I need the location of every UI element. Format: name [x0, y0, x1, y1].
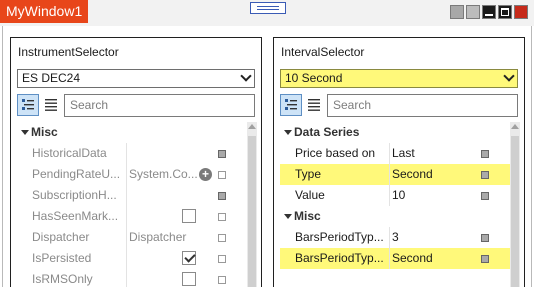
expand-arrow-icon	[284, 130, 292, 135]
property-row[interactable]: PendingRateU... System.Co... +	[17, 164, 253, 185]
drag-grip-icon[interactable]	[250, 2, 286, 14]
search-input[interactable]: Search	[64, 94, 255, 117]
window-option-2-button[interactable]	[466, 5, 480, 19]
property-row-highlighted[interactable]: Type Second	[280, 164, 516, 185]
vertical-scrollbar[interactable]	[247, 122, 257, 287]
panel-title: IntervalSelector	[281, 45, 365, 59]
property-marker-icon[interactable]	[481, 171, 489, 179]
property-row[interactable]: SubscriptionH...	[17, 185, 253, 206]
add-icon[interactable]: +	[199, 168, 212, 181]
scroll-thumb[interactable]	[511, 136, 519, 287]
instrument-selector-panel: InstrumentSelector ES DEC24 Search Misc …	[10, 37, 262, 287]
maximize-button[interactable]	[498, 5, 512, 19]
minimize-button[interactable]	[482, 5, 496, 19]
scroll-up-icon[interactable]	[248, 124, 256, 129]
property-row[interactable]: HistoricalData	[17, 143, 253, 164]
alphabetical-view-button[interactable]	[304, 94, 326, 116]
property-row[interactable]: Price based on Last	[280, 143, 516, 164]
categorized-view-button[interactable]	[280, 94, 302, 116]
dropdown-value: 10 Second	[285, 71, 343, 85]
maximize-icon	[501, 8, 509, 16]
property-marker-icon[interactable]	[481, 192, 489, 200]
property-marker-icon[interactable]	[481, 255, 489, 263]
window-option-1-button[interactable]	[450, 5, 464, 19]
property-row[interactable]: IsPersisted	[17, 248, 253, 269]
scroll-thumb[interactable]	[248, 136, 256, 287]
categorized-icon	[285, 99, 297, 110]
list-icon	[308, 99, 320, 111]
minimize-icon	[485, 14, 493, 16]
checkbox-checked[interactable]	[182, 251, 196, 265]
vertical-scrollbar[interactable]	[510, 122, 520, 287]
property-marker-icon[interactable]	[218, 234, 226, 242]
property-marker-icon[interactable]	[218, 150, 226, 158]
property-marker-icon[interactable]	[218, 192, 226, 200]
property-toolbar: Search	[280, 93, 518, 119]
scroll-up-icon[interactable]	[511, 124, 519, 129]
property-row[interactable]: Value 10	[280, 185, 516, 206]
chevron-down-icon	[240, 70, 252, 82]
checkbox[interactable]	[182, 272, 196, 286]
property-toolbar: Search	[17, 93, 255, 119]
close-button[interactable]	[514, 5, 528, 19]
property-marker-icon[interactable]	[218, 255, 226, 263]
categorized-icon	[22, 99, 34, 110]
property-marker-icon[interactable]	[218, 171, 226, 179]
window-controls	[450, 5, 528, 19]
property-marker-icon[interactable]	[218, 276, 226, 284]
categorized-view-button[interactable]	[17, 94, 39, 116]
category-header-misc[interactable]: Misc	[280, 206, 516, 227]
property-grid: Misc HistoricalData PendingRateU... Syst…	[17, 122, 253, 287]
category-header-misc[interactable]: Misc	[17, 122, 253, 143]
property-row[interactable]: HasSeenMark...	[17, 206, 253, 227]
property-row[interactable]: BarsPeriodTyp... 3	[280, 227, 516, 248]
alphabetical-view-button[interactable]	[41, 94, 63, 116]
interval-selector-panel: IntervalSelector 10 Second Search Data S…	[273, 37, 525, 287]
interval-dropdown[interactable]: 10 Second	[280, 69, 518, 88]
instrument-dropdown[interactable]: ES DEC24	[17, 69, 255, 88]
window-title: MyWindow1	[0, 0, 89, 23]
expand-arrow-icon	[284, 214, 292, 219]
property-grid: Data Series Price based on Last Type Sec…	[280, 122, 516, 269]
property-row[interactable]: Dispatcher Dispatcher	[17, 227, 253, 248]
search-input[interactable]: Search	[327, 94, 518, 117]
chevron-down-icon	[503, 70, 515, 82]
property-marker-icon[interactable]	[481, 150, 489, 158]
list-icon	[45, 99, 57, 111]
category-header-data-series[interactable]: Data Series	[280, 122, 516, 143]
expand-arrow-icon	[21, 130, 29, 135]
panel-title: InstrumentSelector	[18, 45, 119, 59]
title-bar: MyWindow1	[0, 0, 534, 26]
property-row-highlighted[interactable]: BarsPeriodTyp... Second	[280, 248, 516, 269]
checkbox[interactable]	[182, 209, 196, 223]
property-row[interactable]: IsRMSOnly	[17, 269, 253, 287]
property-marker-icon[interactable]	[481, 234, 489, 242]
dropdown-value: ES DEC24	[22, 71, 81, 85]
property-marker-icon[interactable]	[218, 213, 226, 221]
